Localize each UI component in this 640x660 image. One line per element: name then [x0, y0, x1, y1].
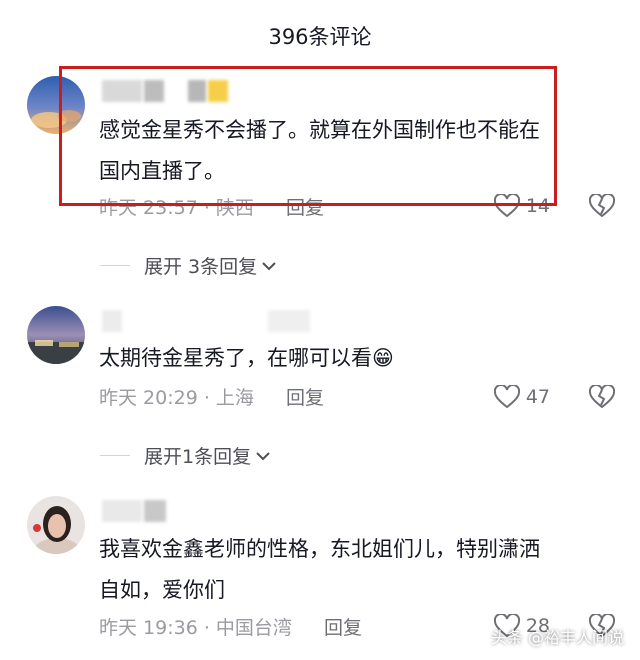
comment-location: 陕西	[215, 197, 254, 219]
expand-replies-label: 展开1条回复	[144, 446, 252, 468]
comment-count-title: 396条评论	[268, 25, 372, 49]
dislike-button[interactable]	[588, 383, 616, 413]
avatar[interactable]	[27, 306, 85, 364]
comment-location: 中国台湾	[215, 617, 292, 639]
comment-item: 感觉金星秀不会播了。就算在外国制作也不能在 国内直播了。 昨天 23:57 · …	[0, 66, 640, 286]
username-blurred[interactable]	[102, 80, 228, 102]
comment-item: 太期待金星秀了，在哪可以看😁 昨天 20:29 · 上海 回复 47 展开1条回…	[0, 296, 640, 476]
reply-button[interactable]: 回复	[324, 617, 362, 639]
heart-icon	[493, 385, 520, 409]
reply-button[interactable]: 回复	[286, 387, 324, 409]
chevron-down-icon	[262, 261, 276, 270]
grin-emoji-icon: 😁	[372, 346, 394, 370]
comment-time: 昨天 20:29	[99, 387, 198, 409]
broken-heart-icon	[588, 383, 616, 409]
comment-text: 太期待金星秀了，在哪可以看😁	[99, 346, 394, 370]
watermark: 头条 @裕丰人间说	[490, 628, 624, 647]
avatar[interactable]	[27, 76, 85, 134]
comment-time: 昨天 19:36	[99, 617, 198, 639]
like-count: 47	[525, 386, 550, 408]
heart-icon	[493, 194, 520, 218]
username-blurred[interactable]	[102, 310, 310, 332]
like-count: 14	[525, 195, 550, 217]
comment-meta: 昨天 23:57 · 陕西 回复	[99, 197, 324, 219]
dislike-button[interactable]	[588, 192, 616, 222]
expand-replies-label: 展开 3条回复	[144, 256, 258, 278]
username-blurred[interactable]	[102, 500, 166, 522]
reply-button[interactable]: 回复	[286, 197, 324, 219]
chevron-down-icon	[256, 451, 270, 460]
broken-heart-icon	[588, 192, 616, 218]
like-button[interactable]: 14	[493, 194, 550, 218]
comment-meta: 昨天 19:36 · 中国台湾 回复	[99, 617, 362, 639]
like-button[interactable]: 47	[493, 385, 550, 409]
comment-text: 感觉金星秀不会播了。就算在外国制作也不能在 国内直播了。	[99, 118, 540, 183]
comment-meta: 昨天 20:29 · 上海 回复	[99, 387, 324, 409]
comment-text: 我喜欢金鑫老师的性格，东北姐们儿，特别潇洒 自如，爱你们	[99, 537, 540, 602]
expand-replies[interactable]: 展开1条回复	[100, 442, 271, 469]
comment-time: 昨天 23:57	[99, 197, 198, 219]
comment-location: 上海	[215, 387, 254, 409]
avatar[interactable]	[27, 496, 85, 554]
expand-replies[interactable]: 展开 3条回复	[100, 252, 277, 279]
